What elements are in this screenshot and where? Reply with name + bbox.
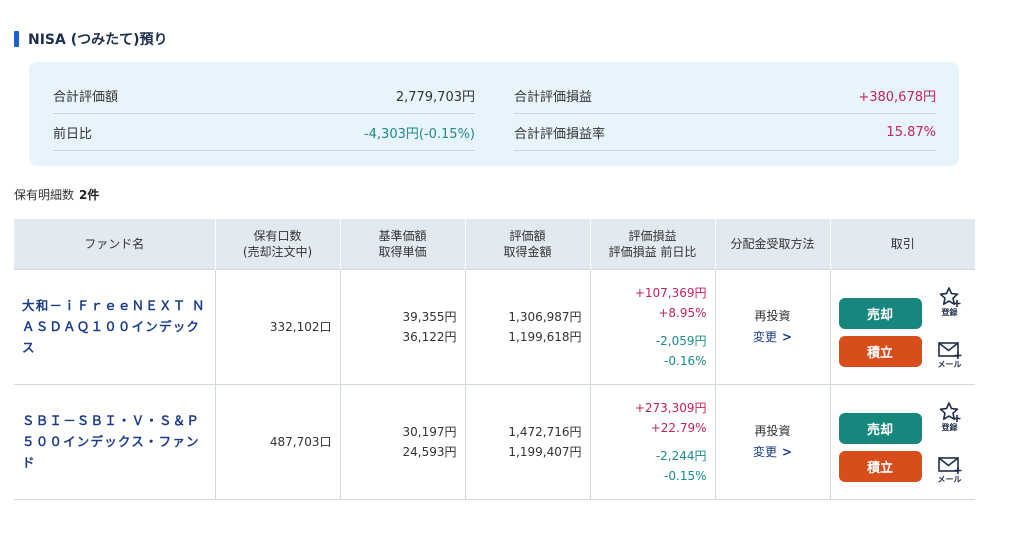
mail-plus-icon [937,341,961,359]
pl-amount: +107,369円 [634,285,707,300]
nav-cell: 39,355円 36,122円 [340,268,466,385]
day-change-label: 前日比 [53,127,93,142]
dist-method-cell: 再投資 変更 > [715,268,831,385]
mail-button[interactable]: メール [932,455,968,485]
holdings-table: ファンド名 保有口数 (売却注文中) 基準価額 取得単価 評価額 取得金額 評価損益評… [14,219,975,500]
day-pl-rate: -0.16% [664,353,707,368]
fund-name-cell: ＳＢＩ－ＳＢＩ・Ｖ・Ｓ＆Ｐ５００インデックス・ファンド [14,384,216,500]
table-row: 大和－ｉＦｒｅｅＮＥＸＴ ＮＡＳＤＡＱ１００インデックス 332,102口 39… [14,268,975,385]
register-caption: 登録 [941,422,958,432]
nav-cell: 30,197円 24,593円 [340,384,466,500]
register-button[interactable]: 登録 [932,286,968,318]
header-pl: 評価損益 評価損益 前日比 [590,219,716,269]
accumulate-button[interactable]: 積立 [838,450,922,482]
table-row: ＳＢＩ－ＳＢＩ・Ｖ・Ｓ＆Ｐ５００インデックス・ファンド 487,703口 30,… [14,384,975,500]
units: 332,102口 [215,268,341,385]
value-cell: 1,306,987円 1,199,618円 [465,268,591,385]
total-pl-rate-label: 合計評価損益率 [514,127,606,142]
market-value: 1,472,716円 [508,424,582,439]
header-units: 保有口数 (売却注文中) [215,219,341,269]
star-plus-icon [939,401,960,422]
total-pl-row: 合計評価損益 +380,678円 [514,78,936,114]
day-change-row: 前日比 -4,303円(-0.15%) [53,115,475,151]
chevron-right-icon: > [781,444,793,459]
header-dist-method: 分配金受取方法 [715,219,831,269]
holdings-count-value: 2件 [79,188,100,202]
summary-panel: 合計評価額 2,779,703円 合計評価損益 +380,678円 前日比 -4… [29,62,959,166]
header-value: 評価額 取得金額 [465,219,591,269]
fund-name-cell: 大和－ｉＦｒｅｅＮＥＸＴ ＮＡＳＤＡＱ１００インデックス [14,268,216,385]
total-value-row: 合計評価額 2,779,703円 [53,78,475,114]
total-value: 2,779,703円 [395,90,475,105]
dist-method-cell: 再投資 変更 > [715,384,831,500]
header-nav: 基準価額 取得単価 [340,219,466,269]
total-value-label: 合計評価額 [53,90,119,105]
day-pl-rate: -0.15% [664,468,707,483]
accumulate-button[interactable]: 積立 [838,335,922,367]
fund-name-link[interactable]: 大和－ｉＦｒｅｅＮＥＸＴ ＮＡＳＤＡＱ１００インデックス [14,295,215,358]
day-pl-amount: -2,059円 [655,333,707,348]
register-caption: 登録 [941,307,958,317]
unit-cost: 24,593円 [402,444,457,459]
dist-method: 再投資 [754,308,791,323]
change-dist-link[interactable]: 変更 > [716,327,830,348]
total-pl-rate-row: 合計評価損益率 15.87% [514,115,936,151]
total-pl-rate-value: 15.87% [886,125,936,140]
value-cell: 1,472,716円 1,199,407円 [465,384,591,500]
trade-cell: 売却 積立 登録 メール [830,268,975,385]
total-pl-value: +380,678円 [858,90,936,105]
header-fund-name: ファンド名 [14,219,216,269]
nav: 39,355円 [402,309,457,324]
unit-cost: 36,122円 [402,329,457,344]
acquisition-cost: 1,199,618円 [508,329,582,344]
section-title-text: NISA (つみたて)預り [28,32,168,48]
sell-button[interactable]: 売却 [838,412,922,444]
acquisition-cost: 1,199,407円 [508,444,582,459]
mail-plus-icon [937,456,961,474]
mail-button[interactable]: メール [932,340,968,370]
holdings-count-label: 保有明細数 [14,188,75,202]
pl-cell: +273,309円 +22.79% -2,244円 -0.15% [590,384,716,500]
market-value: 1,306,987円 [508,309,582,324]
change-dist-link[interactable]: 変更 > [716,442,830,463]
register-button[interactable]: 登録 [932,401,968,433]
table-header-row: ファンド名 保有口数 (売却注文中) 基準価額 取得単価 評価額 取得金額 評価損益評… [14,219,975,269]
day-change-value: -4,303円(-0.15%) [363,127,475,142]
pl-rate: +8.95% [658,305,707,320]
pl-cell: +107,369円 +8.95% -2,059円 -0.16% [590,268,716,385]
section-title: NISA (つみたて)預り [14,30,168,48]
title-accent-bar [14,31,19,47]
units: 487,703口 [215,384,341,500]
mail-caption: メール [937,474,962,484]
sell-button[interactable]: 売却 [838,297,922,329]
pl-rate: +22.79% [650,420,707,435]
fund-name-link[interactable]: ＳＢＩ－ＳＢＩ・Ｖ・Ｓ＆Ｐ５００インデックス・ファンド [14,410,215,473]
pl-amount: +273,309円 [634,400,707,415]
nav: 30,197円 [402,424,457,439]
day-pl-amount: -2,244円 [655,448,707,463]
mail-caption: メール [937,359,962,369]
chevron-right-icon: > [781,329,793,344]
trade-cell: 売却 積立 登録 メール [830,384,975,500]
star-plus-icon [939,286,960,307]
holdings-count: 保有明細数 2件 [14,186,99,203]
total-pl-label: 合計評価損益 [514,90,593,105]
dist-method: 再投資 [754,423,791,438]
header-trade: 取引 [830,219,975,269]
